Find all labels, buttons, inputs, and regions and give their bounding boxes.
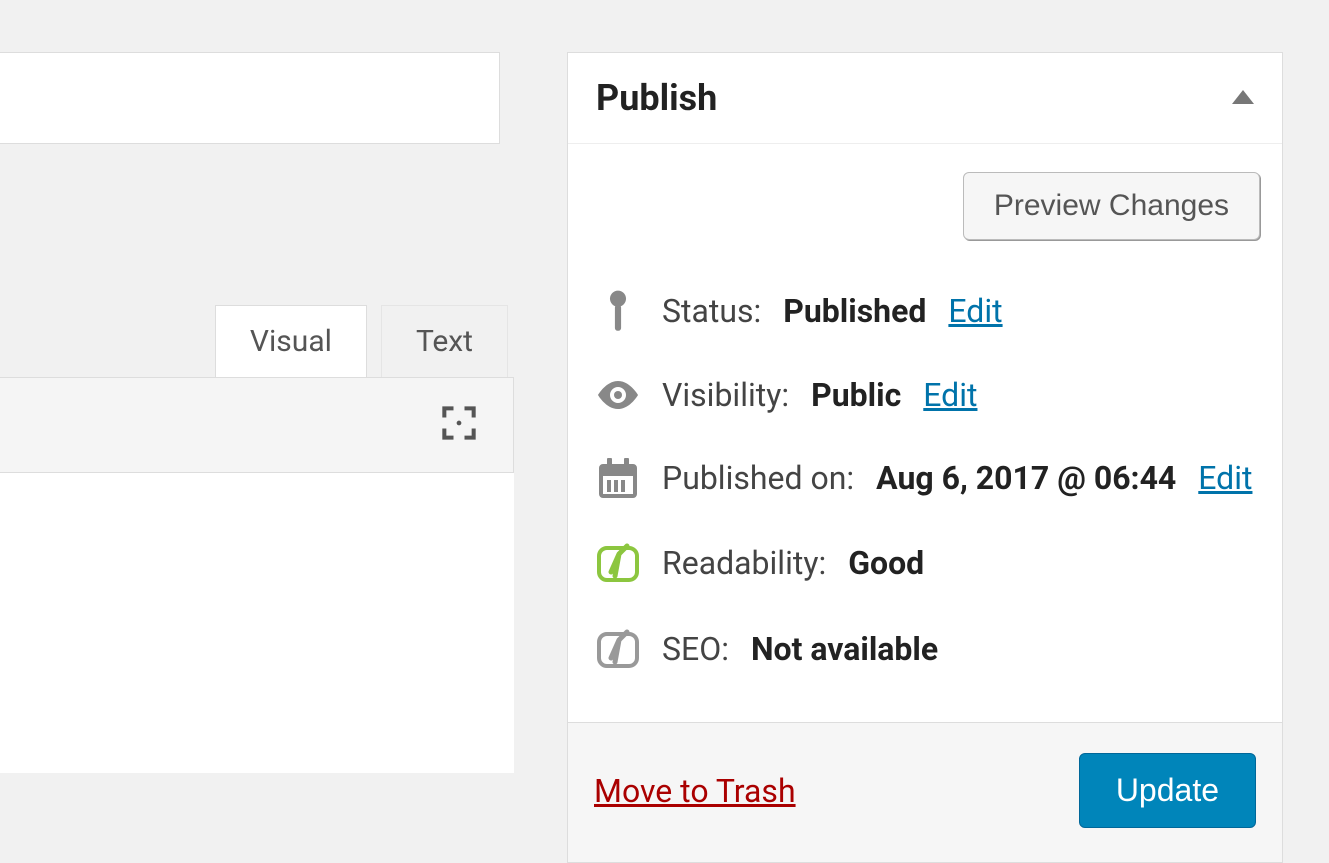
key-icon	[596, 290, 640, 332]
tab-visual-label: Visual	[250, 324, 332, 359]
update-button[interactable]: Update	[1079, 753, 1256, 828]
tab-visual[interactable]: Visual	[215, 305, 367, 377]
seo-row: SEO: Not available	[596, 606, 1254, 692]
published-on-row: Published on: Aug 6, 2017 @ 06:44 Edit	[596, 436, 1254, 520]
visibility-row: Visibility: Public Edit	[596, 354, 1254, 436]
published-on-edit-link[interactable]: Edit	[1198, 459, 1252, 497]
visibility-value: Public	[811, 376, 901, 414]
publish-footer: Move to Trash Update	[568, 722, 1282, 862]
post-title-input[interactable]	[0, 52, 500, 144]
published-on-value: Aug 6, 2017 @ 06:44	[876, 459, 1176, 497]
editor-region: Visual Text	[0, 305, 514, 773]
readability-row: Readability: Good	[596, 520, 1254, 606]
yoast-seo-icon	[596, 628, 640, 670]
calendar-icon	[596, 458, 640, 498]
publish-rows: Status: Published Edit Visibility: Publi…	[568, 260, 1282, 722]
seo-value: Not available	[751, 630, 938, 668]
publish-actions-top: Preview Changes	[568, 144, 1282, 260]
preview-changes-button[interactable]: Preview Changes	[963, 172, 1260, 240]
move-to-trash-link[interactable]: Move to Trash	[594, 772, 796, 810]
publish-metabox: Publish Preview Changes Status: Publ	[567, 52, 1283, 863]
preview-changes-label: Preview Changes	[994, 189, 1229, 222]
editor-toolbar	[0, 377, 514, 473]
collapse-icon[interactable]	[1232, 89, 1254, 108]
yoast-readability-icon	[596, 542, 640, 584]
status-edit-link[interactable]: Edit	[948, 292, 1002, 330]
update-button-label: Update	[1116, 772, 1219, 808]
readability-label: Readability:	[662, 544, 826, 582]
editor-tabs: Visual Text	[0, 305, 514, 377]
published-on-label: Published on:	[662, 459, 854, 497]
status-label: Status:	[662, 292, 761, 330]
visibility-label: Visibility:	[662, 376, 789, 414]
seo-label: SEO:	[662, 630, 729, 668]
tab-text[interactable]: Text	[381, 305, 508, 377]
tab-text-label: Text	[416, 324, 473, 359]
editor-body[interactable]	[0, 473, 514, 773]
status-row: Status: Published Edit	[596, 268, 1254, 354]
readability-value: Good	[848, 544, 924, 582]
publish-header[interactable]: Publish	[568, 53, 1282, 144]
status-value: Published	[783, 292, 926, 330]
fullscreen-icon[interactable]	[437, 401, 481, 449]
publish-title: Publish	[596, 77, 717, 119]
visibility-edit-link[interactable]: Edit	[923, 376, 977, 414]
eye-icon	[596, 381, 640, 409]
